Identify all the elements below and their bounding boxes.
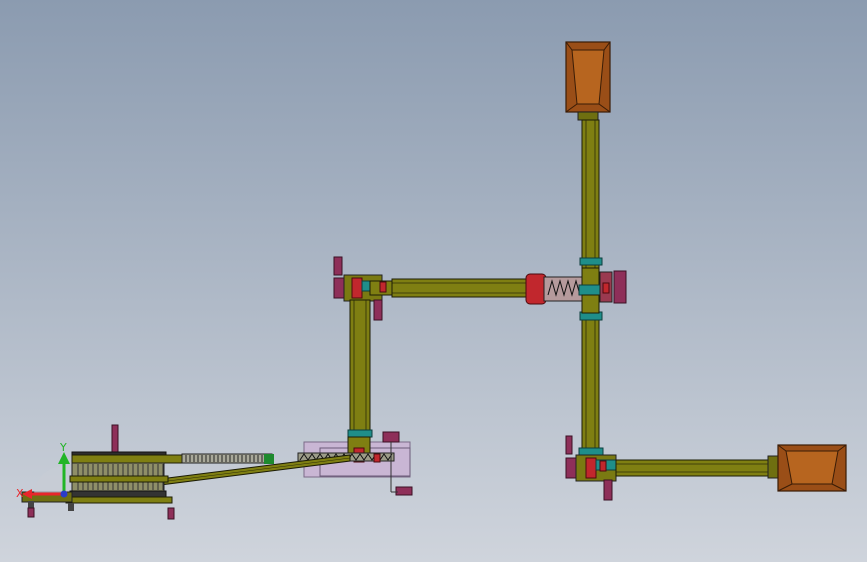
hopper-top[interactable] bbox=[565, 41, 611, 121]
hopper-right[interactable] bbox=[777, 444, 847, 492]
z-axis-dot bbox=[60, 490, 68, 498]
y-axis-label: Y bbox=[59, 441, 67, 454]
cad-viewport[interactable]: Y X bbox=[0, 0, 867, 562]
assembly-view[interactable]: Y X bbox=[0, 0, 867, 562]
x-axis-label: X bbox=[16, 487, 24, 500]
